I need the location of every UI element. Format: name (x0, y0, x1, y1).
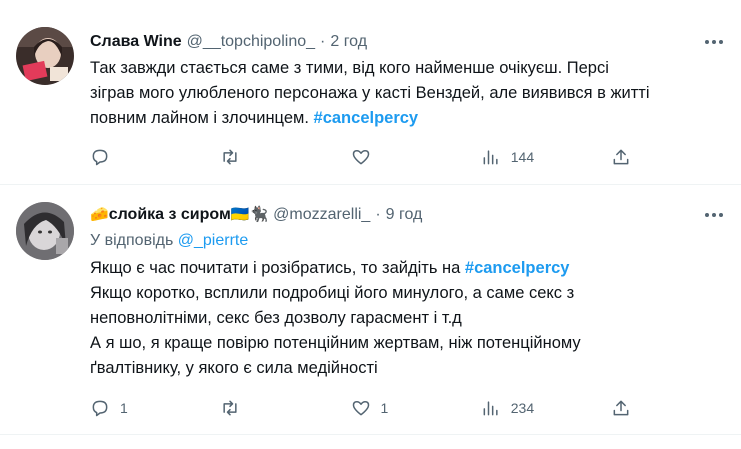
hashtag-link[interactable]: #cancelpercy (314, 109, 419, 127)
flag-cat-emoji: 🇺🇦🐈‍⬛ (230, 206, 269, 223)
views-count: 234 (510, 400, 535, 416)
more-icon[interactable] (705, 40, 723, 44)
tweet-header: 🧀слойка з сиром🇺🇦🐈‍⬛ @mozzarelli_ · 9 го… (90, 205, 725, 225)
display-name[interactable]: Слава Wine (90, 32, 182, 52)
share-icon (613, 400, 629, 416)
like-button[interactable]: 1 (351, 398, 411, 418)
action-bar: 1 1 234 (90, 398, 631, 418)
reply-button[interactable] (90, 147, 150, 167)
reply-icon (92, 400, 108, 417)
display-name[interactable]: 🧀слойка з сиром🇺🇦🐈‍⬛ (90, 205, 268, 225)
cheese-emoji: 🧀 (90, 206, 109, 223)
tweet[interactable]: 🧀слойка з сиром🇺🇦🐈‍⬛ @mozzarelli_ · 9 го… (0, 185, 741, 435)
reply-count: 1 (120, 400, 128, 416)
separator-dot: · (375, 206, 381, 223)
like-count: 1 (380, 400, 389, 416)
views-icon (483, 150, 498, 165)
views-count: 144 (510, 149, 535, 165)
more-icon[interactable] (705, 213, 723, 217)
tweet[interactable]: Слава Wine @__topchipolino_ · 2 год Так … (0, 0, 741, 185)
share-button[interactable] (611, 147, 631, 167)
share-icon (613, 149, 629, 165)
user-handle[interactable]: @mozzarelli_ (273, 205, 370, 225)
tweet-text-line: ґвалтівнику, у якого є сила медійності (90, 359, 378, 377)
retweet-icon (223, 149, 237, 165)
hashtag-link[interactable]: #cancelpercy (465, 259, 570, 277)
retweet-button[interactable] (220, 398, 280, 418)
tweet-text-fragment: Якщо є час почитати і розібратись, то за… (90, 259, 461, 277)
views-icon (483, 401, 498, 416)
views-button[interactable]: 144 (481, 147, 541, 167)
tweet-text-fragment: повним лайном і злочинцем. (90, 109, 309, 127)
tweet-text: Якщо є час почитати і розібратись, то за… (90, 256, 725, 381)
tweet-text-line: неповнолітніми, секс без дозволу гарасме… (90, 309, 462, 327)
tweet-header: Слава Wine @__topchipolino_ · 2 год (90, 32, 725, 52)
reply-button[interactable]: 1 (90, 398, 150, 418)
tweet-text-line: зіграв мого улюбленого персонажа у касті… (90, 84, 650, 102)
tweet-text-line: Якщо є час почитати і розібратись, то за… (90, 256, 725, 281)
reply-icon (92, 149, 108, 166)
retweet-button[interactable] (220, 147, 280, 167)
timestamp[interactable]: 9 год (386, 205, 423, 225)
reply-context: У відповідь @_pierrte (90, 232, 248, 250)
tweet-text: Так завжди стається саме з тими, від ког… (90, 56, 725, 131)
avatar[interactable] (16, 27, 74, 85)
like-icon (352, 150, 369, 165)
retweet-icon (223, 400, 237, 416)
reply-prefix: У відповідь (90, 232, 174, 249)
tweet-text-line: повним лайном і злочинцем. #cancelpercy (90, 106, 725, 131)
avatar[interactable] (16, 202, 74, 260)
tweet-text-line: А я шо, я краще повірю потенційним жертв… (90, 334, 581, 352)
timestamp[interactable]: 2 год (330, 32, 367, 52)
reply-to-handle[interactable]: @_pierrte (178, 232, 249, 249)
display-name-text: слойка з сиром (108, 206, 231, 223)
views-button[interactable]: 234 (481, 398, 541, 418)
tweet-text-line: Так завжди стається саме з тими, від ког… (90, 59, 609, 77)
tweet-text-line: Якщо коротко, всплили подробиці його мин… (90, 284, 575, 302)
share-button[interactable] (611, 398, 631, 418)
like-icon (352, 401, 369, 416)
like-button[interactable] (351, 147, 411, 167)
separator-dot: · (320, 33, 326, 50)
user-handle[interactable]: @__topchipolino_ (187, 32, 315, 52)
action-bar: 144 (90, 147, 631, 167)
